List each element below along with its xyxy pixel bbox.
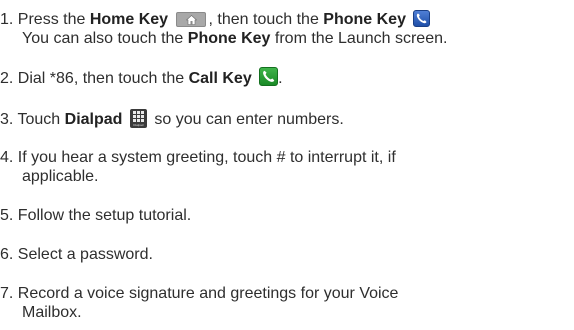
step-6: 6. Select a password. — [0, 245, 153, 264]
call-key-icon — [259, 67, 279, 86]
step-4-text-a: 4. If you hear a system greeting, touch … — [0, 149, 396, 166]
step-3-text-a: 3. Touch — [0, 111, 65, 128]
step-3: 3. Touch Dialpad Dialpad so you can ente… — [0, 109, 344, 129]
call-key-label: Call Key — [188, 70, 252, 87]
dialpad-grid — [132, 111, 144, 122]
step-3-text-b: so you can enter numbers. — [154, 111, 344, 128]
step-7-text-a: 7. Record a voice signature and greeting… — [0, 285, 399, 302]
step-1-text-b: , then touch the — [208, 11, 324, 28]
step-7: 7. Record a voice signature and greeting… — [0, 284, 398, 322]
phone-key-icon — [413, 10, 431, 27]
step-1-text-d: from the Launch screen. — [270, 30, 448, 47]
step-4: 4. If you hear a system greeting, touch … — [0, 148, 396, 186]
step-1-text-c: You can also touch the — [22, 30, 188, 47]
step-2: 2. Dial *86, then touch the Call Key . — [0, 67, 283, 88]
step-1-text-a: 1. Press the — [0, 11, 90, 28]
dialpad-icon-caption: Dialpad — [133, 123, 144, 127]
phone-key-label-2: Phone Key — [187, 30, 271, 47]
step-2-text-b: . — [278, 70, 283, 87]
step-1: 1. Press the Home Key , then touch the P… — [0, 10, 447, 48]
step-7-text-b: Mailbox. — [22, 304, 82, 321]
step-2-text-a: 2. Dial *86, then touch the — [0, 70, 189, 87]
step-5: 5. Follow the setup tutorial. — [0, 206, 191, 225]
step-6-text: 6. Select a password. — [0, 246, 153, 263]
home-key-label: Home Key — [89, 11, 169, 28]
home-key-icon — [175, 12, 206, 27]
step-5-text: 5. Follow the setup tutorial. — [0, 207, 192, 224]
dialpad-label: Dialpad — [64, 111, 123, 128]
step-1-continuation: You can also touch the Phone Key from th… — [0, 29, 447, 48]
phone-key-label: Phone Key — [323, 11, 406, 28]
step-4-text-b: applicable. — [22, 168, 99, 185]
dialpad-icon: Dialpad — [129, 109, 147, 128]
